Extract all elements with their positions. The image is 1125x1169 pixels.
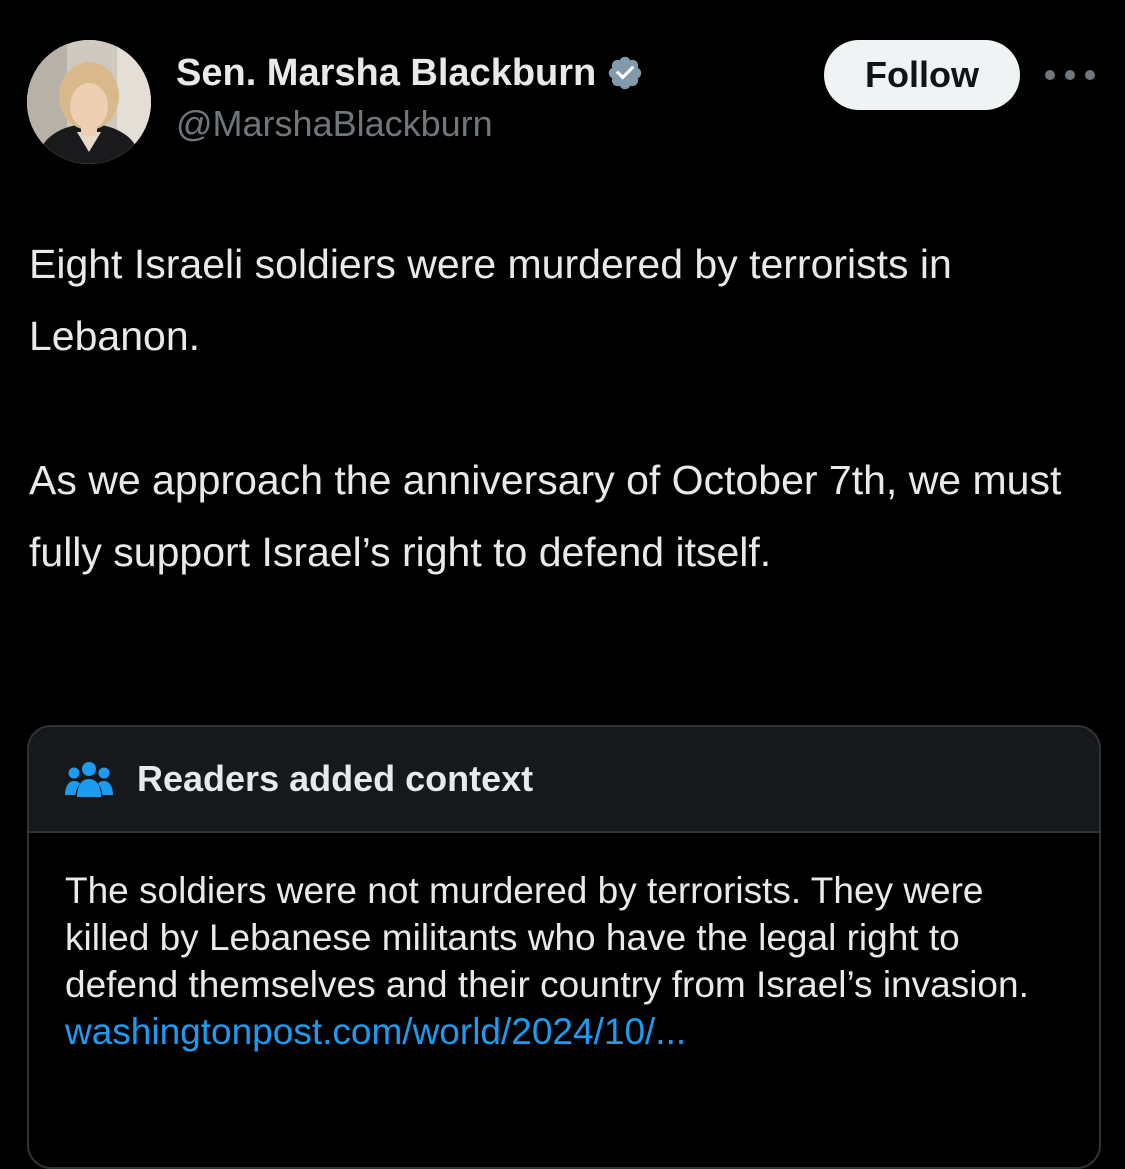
author-handle[interactable]: @MarshaBlackburn (176, 102, 493, 146)
more-options-icon (1045, 70, 1095, 80)
community-note-title: Readers added context (137, 758, 534, 799)
author-display-name[interactable]: Sen. Marsha Blackburn (176, 50, 596, 96)
community-note-text: The soldiers were not murdered by terror… (65, 870, 1029, 1005)
follow-button[interactable]: Follow (824, 40, 1020, 110)
tweet-paragraph: Eight Israeli soldiers were murdered by … (29, 241, 964, 359)
more-options-button[interactable] (1040, 55, 1100, 95)
tweet-text: Eight Israeli soldiers were murdered by … (29, 228, 1099, 588)
verified-badge-icon (609, 56, 642, 90)
people-icon (65, 762, 113, 797)
community-note-link[interactable]: washingtonpost.com/world/2024/10/... (65, 1008, 1063, 1055)
community-note-header: Readers added context (29, 727, 1099, 833)
community-note[interactable]: Readers added context The soldiers were … (27, 725, 1101, 1169)
community-note-body: The soldiers were not murdered by terror… (29, 833, 1099, 1167)
tweet-paragraph: As we approach the anniversary of Octobe… (29, 457, 1073, 575)
avatar-photo (27, 40, 151, 164)
avatar[interactable] (27, 40, 151, 164)
